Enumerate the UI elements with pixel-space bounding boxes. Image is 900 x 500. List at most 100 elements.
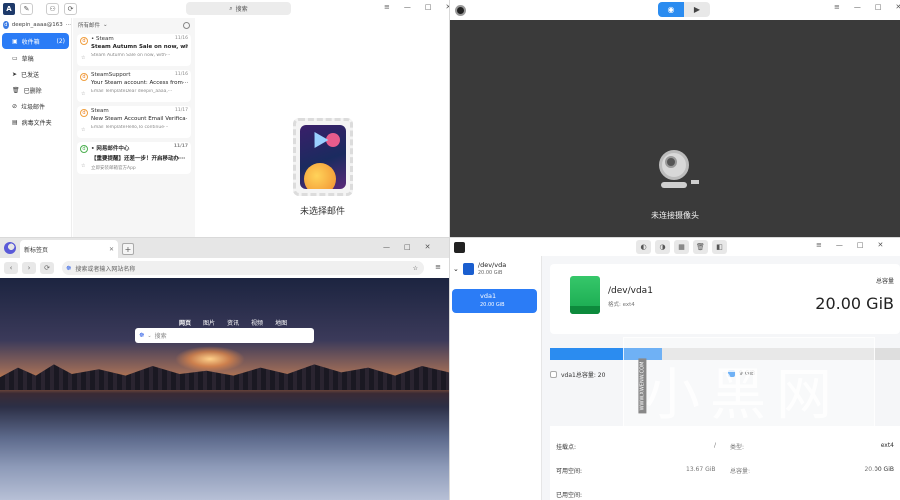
search-tab-web[interactable]: 网页: [179, 318, 191, 327]
refresh-icon[interactable]: ⟳: [64, 3, 77, 15]
menu-icon[interactable]: ≡: [834, 3, 840, 11]
camera-app-logo-icon: [455, 4, 466, 16]
maximize-icon[interactable]: □: [875, 3, 882, 11]
web-search-input[interactable]: ☸ ⌄ 搜索: [135, 328, 314, 343]
nav-virus-folder[interactable]: ▤ 病毒文件夹: [0, 114, 71, 130]
disk-toolbar: ◐ ◑ ▦ 🗑 ◧: [636, 240, 727, 254]
more-icon[interactable]: ···: [66, 22, 71, 28]
nav-spam[interactable]: ⊘ 垃圾邮件: [0, 98, 71, 114]
new-tab-page: 网页 图片 资讯 视频 地图 ☸ ⌄ 搜索: [0, 278, 449, 500]
minimize-icon[interactable]: —: [404, 3, 411, 11]
window-controls: ≡ — □ ✕: [384, 3, 449, 11]
watermark: 小黑网 WWW.XWENW.COM XWENW.COM 小黑网 ( WWW.XW…: [614, 337, 875, 480]
baidu-icon: ☸: [139, 332, 145, 339]
search-tab-video[interactable]: 视频: [251, 318, 263, 327]
search-engine-icon: ☸: [66, 264, 72, 272]
sunset-glow: [175, 346, 245, 372]
browser-tab[interactable]: 新标签页 ✕: [20, 240, 118, 258]
menu-icon[interactable]: ≡: [384, 3, 390, 11]
tab-close-icon[interactable]: ✕: [109, 246, 114, 253]
browser-window: 新标签页 ✕ + — □ ✕ ‹ › ⟳ ☸ 搜索或者输入网站名称 ☆ ≡ 网页…: [0, 238, 449, 500]
search-tab-news[interactable]: 资讯: [227, 318, 239, 327]
chevron-down-icon: ⌄: [103, 22, 108, 28]
mail-app-window: A ✎ ⚇ ⟳ ⌕ 搜索 ≡ — □ ✕ d deepin_aaaa@163 ·…: [0, 0, 449, 237]
new-tab-icon[interactable]: +: [122, 243, 134, 255]
camera-mode-switch: ◉ ▶: [658, 2, 710, 17]
star-icon[interactable]: ☆: [81, 163, 85, 169]
window-controls: ≡ — □ ✕: [816, 241, 883, 249]
menu-icon[interactable]: ≡: [816, 241, 822, 249]
disk-app-logo-icon: [454, 241, 465, 253]
unmount-icon[interactable]: ◧: [712, 240, 727, 254]
nav-inbox[interactable]: ▣ 收件箱 (2): [2, 33, 69, 49]
photo-mode-tab[interactable]: ◉: [658, 2, 684, 17]
sender-avatar-icon: d: [80, 145, 88, 153]
nav-sent[interactable]: ➤ 已发送: [0, 66, 71, 82]
reload-icon[interactable]: ⟳: [40, 262, 54, 274]
browser-menu-icon[interactable]: ≡: [435, 263, 441, 271]
mail-item[interactable]: d ☆ Steam 11/17 New Steam Account Email V…: [77, 106, 191, 138]
disk-check-icon[interactable]: ◐: [636, 240, 651, 254]
inbox-icon: ▣: [12, 37, 18, 45]
maximize-icon[interactable]: □: [425, 3, 432, 11]
minimize-icon[interactable]: —: [383, 243, 390, 251]
partition-icon[interactable]: ◑: [655, 240, 670, 254]
star-icon[interactable]: ☆: [81, 127, 85, 133]
account-selector[interactable]: d deepin_aaaa@163 ···: [0, 18, 71, 32]
camera-app-window: ◉ ▶ ≡ — □ ✕ 未连接摄像头: [450, 0, 900, 237]
search-tab-maps[interactable]: 地图: [275, 318, 287, 327]
mail-reading-pane: 未选择邮件: [196, 18, 449, 237]
close-icon[interactable]: ✕: [446, 3, 450, 11]
camera-status: 未连接摄像头: [651, 211, 699, 220]
mail-titlebar: A ✎ ⚇ ⟳ ⌕ 搜索 ≡ — □ ✕: [0, 0, 449, 18]
camera-titlebar: ◉ ▶ ≡ — □ ✕: [450, 0, 900, 20]
search-category-tabs: 网页 图片 资讯 视频 地图: [179, 318, 287, 327]
mail-item[interactable]: d ☆ • 网易邮件中心 11/17 【重要提醒】还差一步！开启移动办··· 立即…: [77, 142, 191, 174]
camera-icon: ◉: [667, 5, 675, 14]
select-all-icon[interactable]: [183, 21, 190, 29]
browser-toolbar: ‹ › ⟳ ☸ 搜索或者输入网站名称 ☆ ≡: [0, 258, 449, 278]
disk-drive-icon: [462, 262, 474, 275]
spam-icon: ⊘: [12, 102, 18, 110]
mail-item[interactable]: d ☆ SteamSupport 11/16 Your Steam account…: [77, 70, 191, 102]
star-icon[interactable]: ☆: [81, 91, 85, 97]
nav-deleted[interactable]: 🗑 已删除: [0, 82, 71, 98]
mail-item[interactable]: d ☆ • Steam 11/16 Steam Autumn Sale on no…: [77, 34, 191, 66]
video-mode-tab[interactable]: ▶: [684, 2, 710, 17]
search-icon: ⌕: [229, 4, 233, 12]
minimize-icon[interactable]: —: [854, 3, 861, 11]
delete-icon[interactable]: 🗑: [693, 240, 708, 254]
nav-drafts[interactable]: ▭ 草稿: [0, 50, 71, 66]
mail-sidebar: d deepin_aaaa@163 ··· ▣ 收件箱 (2) ▭ 草稿 ➤ 已发送 🗑…: [0, 18, 72, 237]
folder-icon: ▤: [12, 118, 18, 126]
compose-icon[interactable]: ✎: [20, 3, 33, 15]
format-icon[interactable]: ▦: [674, 240, 689, 254]
mail-filter[interactable]: 所有邮件 ⌄: [73, 18, 195, 32]
mail-list: 所有邮件 ⌄ d ☆ • Steam 11/16 Steam Autumn Sal…: [73, 18, 195, 237]
star-icon[interactable]: ☆: [81, 55, 85, 61]
add-contact-icon[interactable]: ⚇: [46, 3, 59, 15]
search-tab-images[interactable]: 图片: [203, 318, 215, 327]
close-icon[interactable]: ✕: [878, 241, 884, 249]
empty-mail-illustration: [292, 118, 353, 196]
bookmark-star-icon[interactable]: ☆: [413, 265, 418, 272]
address-bar[interactable]: ☸ 搜索或者输入网站名称 ☆: [62, 261, 424, 275]
forward-icon[interactable]: ›: [22, 262, 36, 274]
maximize-icon[interactable]: □: [857, 241, 864, 249]
sender-avatar-icon: d: [80, 109, 88, 117]
sender-avatar-icon: d: [80, 73, 88, 81]
disk-titlebar: ◐ ◑ ▦ 🗑 ◧ ≡ — □ ✕: [450, 238, 900, 256]
empty-mail-label: 未选择邮件: [299, 207, 345, 217]
device-item[interactable]: ⌄ /dev/vda 20.00 GiB: [450, 256, 541, 281]
minimize-icon[interactable]: —: [836, 241, 843, 249]
close-icon[interactable]: ✕: [896, 3, 900, 11]
close-icon[interactable]: ✕: [425, 243, 431, 251]
browser-tabbar: 新标签页 ✕ + — □ ✕: [0, 238, 449, 258]
chevron-down-icon[interactable]: ⌄: [453, 265, 459, 273]
send-icon: ➤: [12, 70, 18, 78]
back-icon[interactable]: ‹: [4, 262, 18, 274]
chevron-down-icon[interactable]: ⌄: [147, 333, 151, 339]
partition-item[interactable]: vda1 20.00 GiB: [452, 289, 537, 313]
mail-search-input[interactable]: ⌕ 搜索: [186, 2, 291, 15]
maximize-icon[interactable]: □: [404, 243, 411, 251]
